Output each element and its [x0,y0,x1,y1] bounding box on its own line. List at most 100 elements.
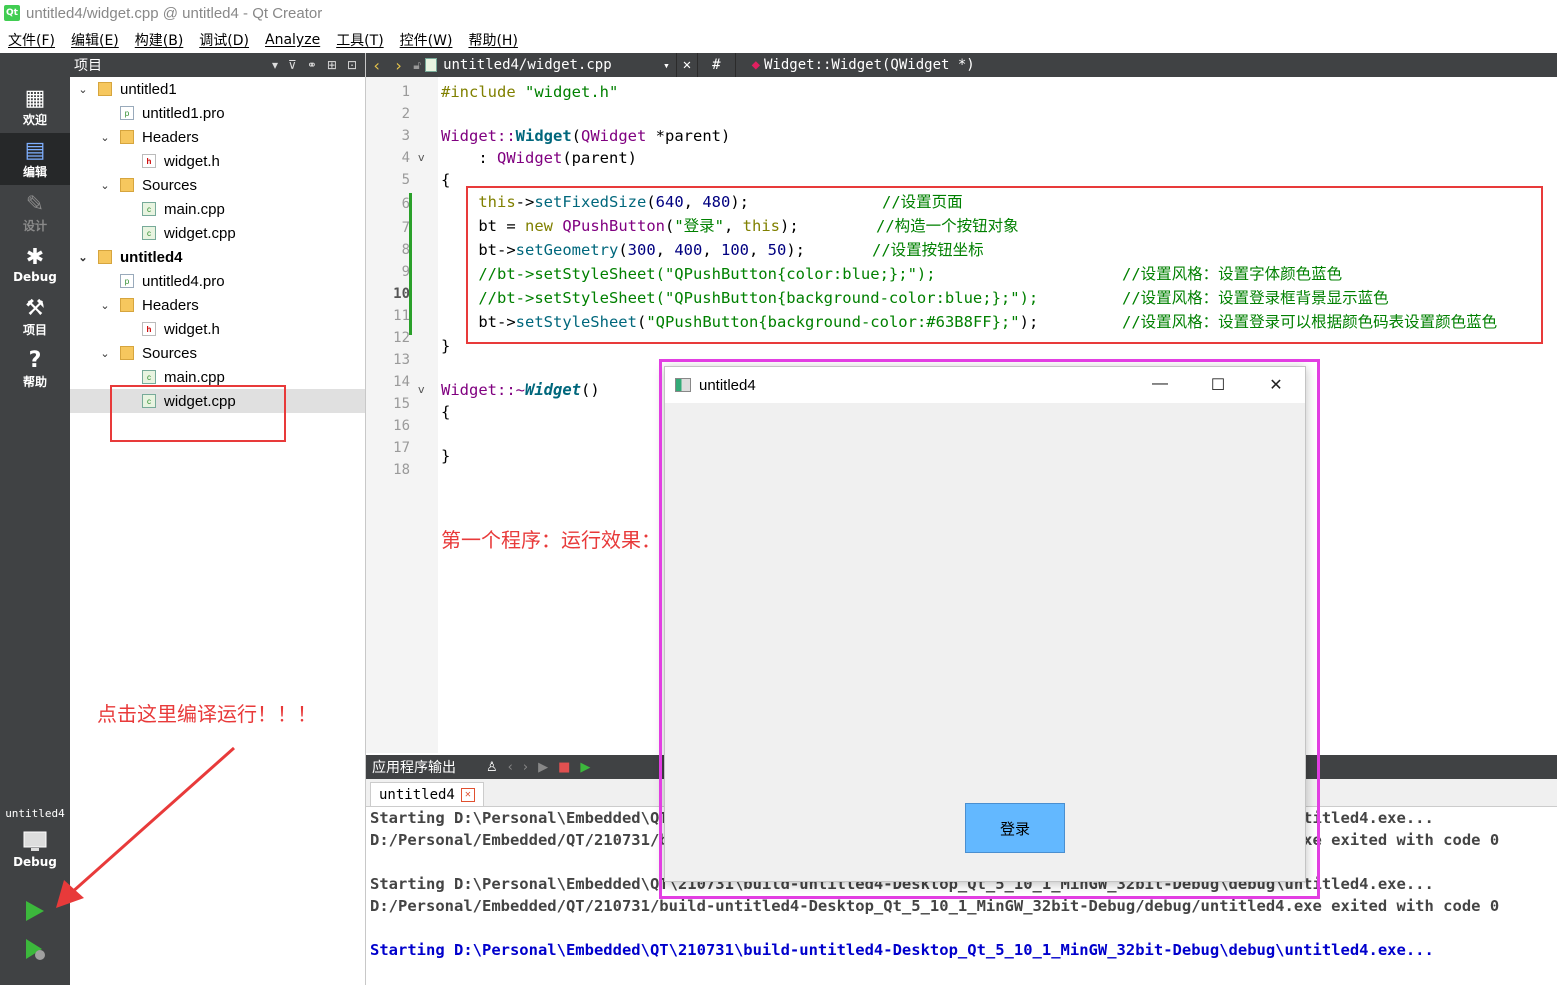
first-program-annotation: 第一个程序：运行效果： [441,528,661,552]
tree-item[interactable]: ⌄ Sources [70,173,365,197]
mode-help[interactable]: ? 帮助 [0,343,70,395]
close-file-icon[interactable]: ✕ [683,57,691,73]
line-number: 18 [393,462,410,478]
cpp-file-icon: c [142,226,156,240]
mode-design[interactable]: ✎ 设计 [0,187,70,239]
expand-arrow-icon[interactable]: ⌄ [98,347,112,360]
project-panel: 项目 ▾ ⊽ ⚭ ⊞ ⊡ ⌄ untitled1 p untitled1.pro ⌄ He… [70,53,366,985]
fold-arrow-icon[interactable]: v [418,379,430,401]
debug-run-icon[interactable] [22,937,46,961]
hash-button[interactable]: # [712,57,720,73]
menu-help[interactable]: 帮助(H) [460,30,525,50]
close-tab-icon[interactable]: ✕ [460,787,475,802]
mode-design-label: 设计 [22,218,47,233]
menu-file[interactable]: 文件(F) [0,30,63,50]
toolbar-separator [675,53,677,77]
change-marker [409,193,412,335]
close-panel-icon[interactable]: ⊡ [347,58,357,72]
kit-selector[interactable]: Debug [0,829,70,885]
link-icon[interactable]: ⚭ [307,58,317,72]
h-file-icon: h [142,154,156,168]
cpp-file-icon: c [142,370,156,384]
folder-icon [120,178,134,192]
attach-icon[interactable]: ♙ [486,760,498,775]
tree-item[interactable]: ⌄ Sources [70,341,365,365]
tree-item-label: widget.h [164,320,220,338]
code-line-4: : QWidget(parent) [441,149,637,167]
editor-toolbar: ‹ › 🔓︎ untitled4/widget.cpp ▾ ✕ # ◆ Widg… [366,53,1557,77]
tree-item-label: untitled4.pro [142,272,225,290]
menu-analyze[interactable]: Analyze [257,32,328,48]
current-file-selector[interactable]: untitled4/widget.cpp [443,57,663,73]
menu-widgets[interactable]: 控件(W) [392,30,461,50]
code-line-15: { [441,403,451,421]
play-icon[interactable]: ▶ [538,760,548,775]
tree-item[interactable]: ⌄ untitled4 [70,245,365,269]
next-icon[interactable]: › [523,760,528,775]
folder-icon [120,130,134,144]
file-icon [425,58,438,72]
line-number: 5 [401,172,410,188]
mode-projects[interactable]: ⚒ 项目 [0,291,70,343]
mode-edit[interactable]: ▤ 编辑 [0,133,70,185]
fold-arrow-icon[interactable]: v [418,147,430,169]
tree-item[interactable]: p untitled1.pro [70,101,365,125]
line-number: 17 [393,440,410,456]
tree-item[interactable]: h widget.h [70,149,365,173]
tree-item[interactable]: ⌄ untitled1 [70,77,365,101]
expand-arrow-icon[interactable]: ⌄ [98,299,112,312]
mode-sidebar: ▦ 欢迎 ▤ 编辑 ✎ 设计 ✱ Debug ⚒ 项目 ? 帮助 untitle… [0,53,70,985]
line-number: 12 [393,330,410,346]
stop-icon[interactable]: ■ [558,760,570,775]
line-number: 15 [393,396,410,412]
tree-item-label: Headers [142,296,199,314]
run-icon[interactable] [22,899,46,923]
grid-icon: ▦ [24,85,46,111]
tree-item-label: widget.h [164,152,220,170]
menu-build[interactable]: 构建(B) [127,30,192,50]
forward-icon[interactable]: › [394,56,404,75]
menu-debug[interactable]: 调试(D) [191,30,257,50]
line-number: 1 [401,84,410,100]
expand-arrow-icon[interactable]: ⌄ [98,179,112,192]
expand-arrow-icon[interactable]: ⌄ [98,131,112,144]
symbol-selector[interactable]: Widget::Widget(QWidget *) [764,57,975,73]
tree-item-label: Headers [142,128,199,146]
output-pane-title: 应用程序输出 [372,760,456,776]
dropdown-icon[interactable]: ▾ [272,58,278,72]
prev-icon[interactable]: ‹ [508,760,513,775]
monitor-icon [23,831,47,851]
toolbar-separator [734,53,736,77]
tree-item[interactable]: p untitled4.pro [70,269,365,293]
lock-icon: 🔓︎ [413,57,422,72]
filter-icon[interactable]: ⊽ [288,58,297,72]
expand-arrow-icon[interactable]: ⌄ [76,251,90,264]
tree-item[interactable]: ⌄ Headers [70,293,365,317]
symbol-diamond-icon: ◆ [751,57,760,73]
tree-item-label: untitled1 [120,80,177,98]
bug-icon: ✱ [25,245,45,270]
mode-debug[interactable]: ✱ Debug [0,239,70,291]
file-dropdown-icon[interactable]: ▾ [663,59,670,72]
folder-icon [120,298,134,312]
tree-item[interactable]: c widget.cpp [70,221,365,245]
line-number: 4 [401,150,410,166]
menu-edit[interactable]: 编辑(E) [63,30,127,50]
expand-arrow-icon[interactable]: ⌄ [76,83,90,96]
tree-item[interactable]: c main.cpp [70,197,365,221]
qt-logo-icon: Qt [4,5,20,21]
run-hint-annotation: 点击这里编译运行！！！ [97,702,317,726]
output-tab-untitled4[interactable]: untitled4 ✕ [370,782,484,806]
tree-item[interactable]: ⌄ Headers [70,125,365,149]
debug-icon[interactable]: ▶ [580,760,590,775]
menu-tools[interactable]: 工具(T) [328,30,391,50]
h-file-icon: h [142,322,156,336]
line-number: 11 [393,308,410,324]
split-icon[interactable]: ⊞ [327,58,337,72]
back-icon[interactable]: ‹ [372,56,382,75]
tree-item[interactable]: h widget.h [70,317,365,341]
edit-icon: ▤ [24,137,46,163]
tree-item-label: widget.cpp [164,224,236,242]
mode-welcome[interactable]: ▦ 欢迎 [0,81,70,133]
project-panel-title: 项目 [74,58,102,74]
